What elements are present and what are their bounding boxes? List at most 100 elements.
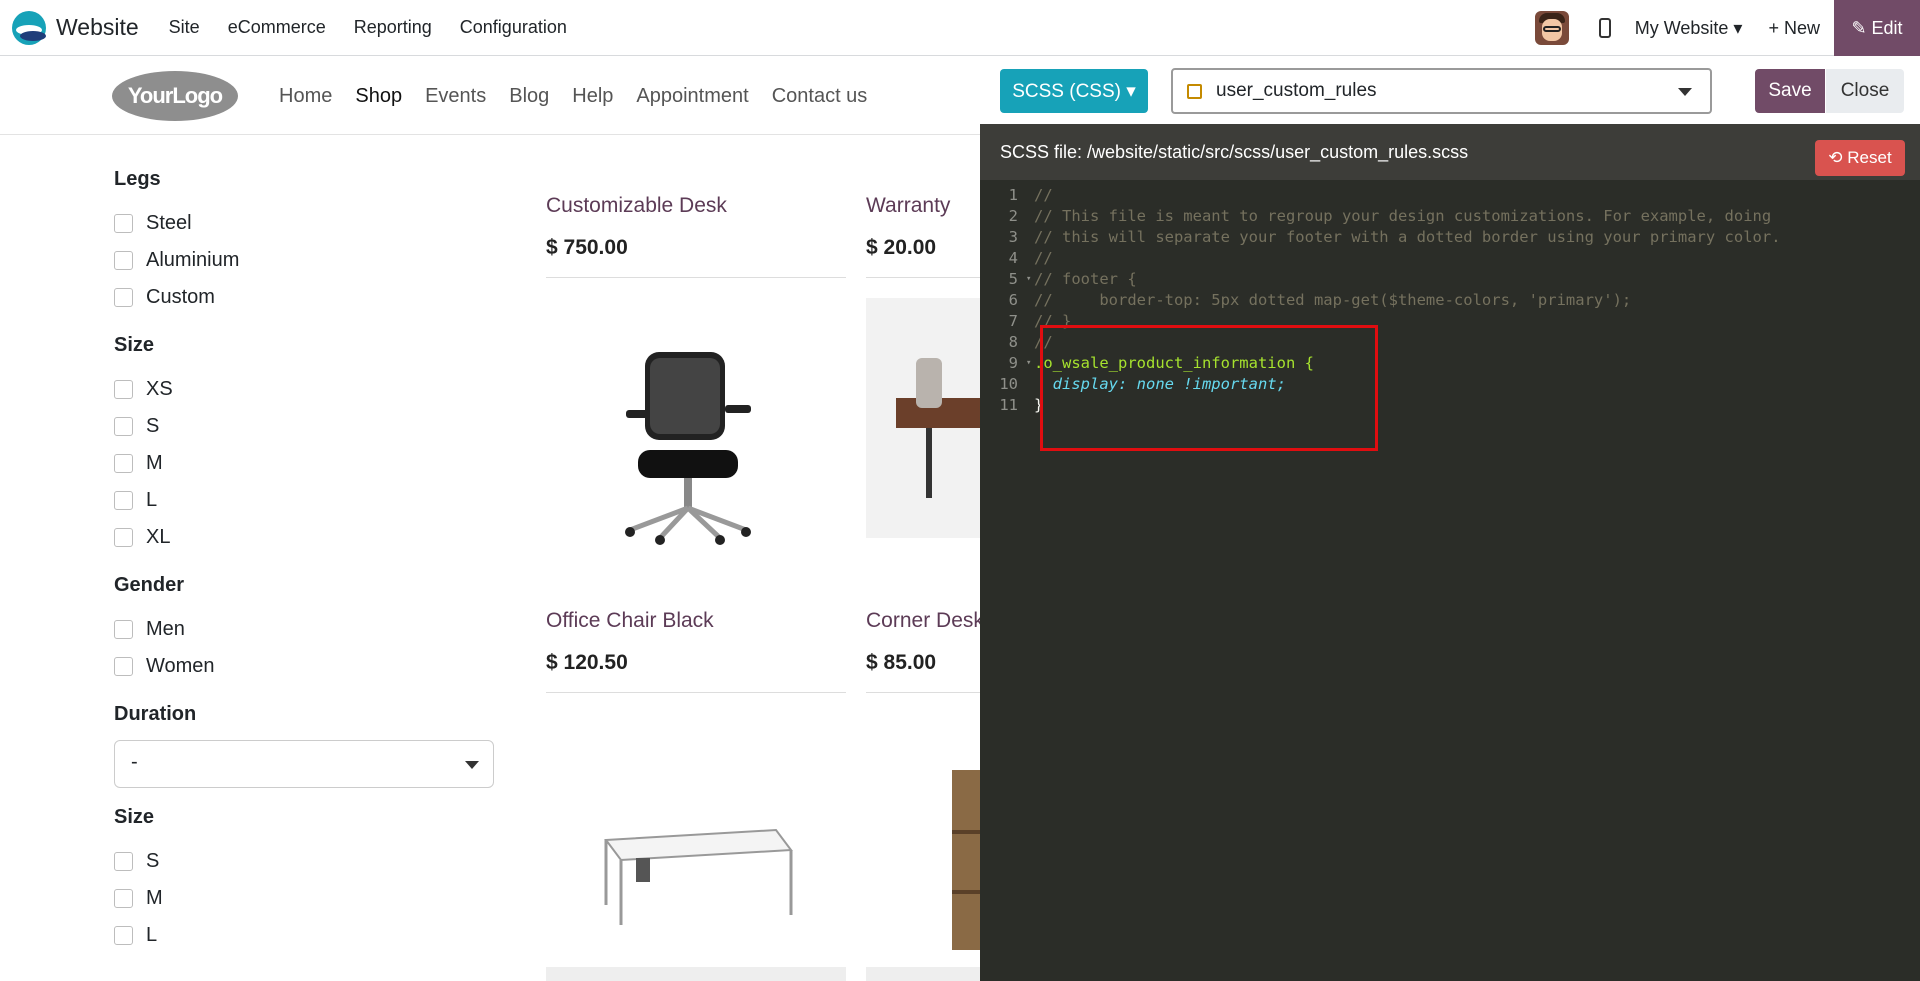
- filter-option[interactable]: Women: [114, 648, 494, 685]
- filter-option[interactable]: Steel: [114, 205, 494, 242]
- filter-option[interactable]: XL: [114, 519, 494, 556]
- code-editor-panel: SCSS (CSS) ▾ user_custom_rules Save Clos…: [980, 56, 1920, 981]
- option-label: M: [146, 452, 163, 474]
- nav-help[interactable]: Help: [572, 85, 613, 108]
- menu-configuration[interactable]: Configuration: [460, 17, 567, 38]
- site-logo[interactable]: YourLogo: [112, 71, 238, 121]
- edit-button[interactable]: ✎ Edit: [1834, 0, 1920, 56]
- website-header: YourLogo Home Shop Events Blog Help Appo…: [0, 57, 980, 135]
- product-price: $ 750.00: [546, 236, 628, 259]
- product-footer-strip: [866, 967, 980, 981]
- menu-site[interactable]: Site: [169, 17, 200, 38]
- checkbox[interactable]: [114, 417, 133, 436]
- filter-option[interactable]: Custom: [114, 279, 494, 316]
- highlight-annotation-box: [1040, 325, 1378, 451]
- checkbox[interactable]: [114, 454, 133, 473]
- checkbox[interactable]: [114, 620, 133, 639]
- checkbox[interactable]: [114, 491, 133, 510]
- duration-value: -: [131, 751, 138, 773]
- filter-title: Duration: [114, 703, 197, 725]
- filter-gender: Gender Men Women: [114, 574, 494, 685]
- option-label: M: [146, 887, 163, 909]
- website-app-icon[interactable]: [12, 10, 46, 45]
- filter-option[interactable]: L: [114, 482, 494, 519]
- divider: [546, 692, 846, 693]
- product-name[interactable]: Warranty: [866, 194, 950, 218]
- nav-appointment[interactable]: Appointment: [636, 85, 748, 108]
- website-selector[interactable]: My Website ▾: [1635, 18, 1743, 39]
- nav-home[interactable]: Home: [279, 85, 332, 108]
- filter-option[interactable]: S: [114, 843, 494, 880]
- option-label: S: [146, 850, 160, 872]
- filter-title: Legs: [114, 168, 161, 190]
- checkbox[interactable]: [114, 380, 133, 399]
- desk-image[interactable]: [596, 820, 796, 940]
- checkbox[interactable]: [114, 657, 133, 676]
- filter-option[interactable]: Aluminium: [114, 242, 494, 279]
- checkbox[interactable]: [114, 288, 133, 307]
- office-chair-image[interactable]: [620, 340, 770, 550]
- filter-legs: Legs Steel Aluminium Custom: [114, 168, 494, 316]
- product-card[interactable]: Warranty $ 20.00: [866, 194, 950, 260]
- language-dropdown[interactable]: SCSS (CSS) ▾: [1000, 69, 1148, 113]
- nav-events[interactable]: Events: [425, 85, 486, 108]
- filter-option[interactable]: M: [114, 445, 494, 482]
- checkbox[interactable]: [114, 926, 133, 945]
- checkbox[interactable]: [114, 251, 133, 270]
- corner-desk-image[interactable]: [866, 298, 980, 538]
- mobile-preview-icon[interactable]: [1598, 18, 1611, 38]
- filter-option[interactable]: S: [114, 408, 494, 445]
- reset-button[interactable]: ⟲ Reset: [1815, 140, 1905, 176]
- option-label: Steel: [146, 212, 192, 234]
- option-label: L: [146, 924, 158, 946]
- nav-contact-us[interactable]: Contact us: [772, 85, 868, 108]
- drawer-image[interactable]: [952, 770, 980, 950]
- nav-blog[interactable]: Blog: [509, 85, 549, 108]
- divider: [866, 692, 980, 693]
- option-label: Men: [146, 618, 185, 640]
- code-line: 2// This file is meant to regroup your d…: [1008, 207, 1772, 225]
- checkbox[interactable]: [114, 852, 133, 871]
- close-button[interactable]: Close: [1826, 69, 1904, 113]
- filter-option[interactable]: Men: [114, 611, 494, 648]
- site-nav: Home Shop Events Blog Help Appointment C…: [279, 85, 890, 108]
- product-name[interactable]: Office Chair Black: [546, 609, 714, 633]
- code-line: 5 ▾// footer {: [1008, 270, 1137, 288]
- nav-shop[interactable]: Shop: [355, 85, 402, 108]
- product-card[interactable]: Corner Desk Right Sit $ 85.00: [866, 609, 980, 675]
- filter-title: Size: [114, 334, 155, 356]
- floppy-icon: [1187, 83, 1202, 99]
- option-label: XL: [146, 526, 171, 548]
- save-button[interactable]: Save: [1755, 69, 1825, 113]
- product-price: $ 120.50: [546, 651, 628, 674]
- product-price: $ 85.00: [866, 651, 937, 674]
- user-avatar[interactable]: [1534, 11, 1569, 45]
- odoo-topbar: Website Site eCommerce Reporting Configu…: [0, 0, 1920, 56]
- code-line: 3// this will separate your footer with …: [1008, 228, 1781, 246]
- checkbox[interactable]: [114, 889, 133, 908]
- checkbox[interactable]: [114, 528, 133, 547]
- duration-select[interactable]: -: [114, 740, 494, 788]
- file-path: SCSS file: /website/static/src/scss/user…: [1000, 142, 1469, 162]
- filter-option[interactable]: M: [114, 880, 494, 917]
- editor-infobar: SCSS file: /website/static/src/scss/user…: [980, 124, 1920, 180]
- file-select[interactable]: user_custom_rules: [1171, 68, 1712, 114]
- editor-toolbar: SCSS (CSS) ▾ user_custom_rules Save Clos…: [980, 56, 1920, 124]
- filter-option[interactable]: XS: [114, 371, 494, 408]
- product-name[interactable]: Corner Desk Right Sit: [866, 609, 980, 633]
- product-name[interactable]: Customizable Desk: [546, 194, 727, 218]
- filter-title: Gender: [114, 574, 185, 596]
- new-button[interactable]: + New: [1768, 18, 1820, 39]
- product-footer-strip: [546, 967, 846, 981]
- checkbox[interactable]: [114, 214, 133, 233]
- option-label: Aluminium: [146, 249, 240, 271]
- menu-ecommerce[interactable]: eCommerce: [228, 17, 326, 38]
- app-name[interactable]: Website: [56, 14, 139, 41]
- filter-size: Size XS S M L XL: [114, 334, 494, 556]
- divider: [866, 277, 980, 278]
- product-card[interactable]: Office Chair Black $ 120.50: [546, 609, 714, 675]
- product-card[interactable]: Customizable Desk $ 750.00: [546, 194, 727, 260]
- option-label: S: [146, 415, 160, 437]
- menu-reporting[interactable]: Reporting: [354, 17, 432, 38]
- filter-option[interactable]: L: [114, 917, 494, 954]
